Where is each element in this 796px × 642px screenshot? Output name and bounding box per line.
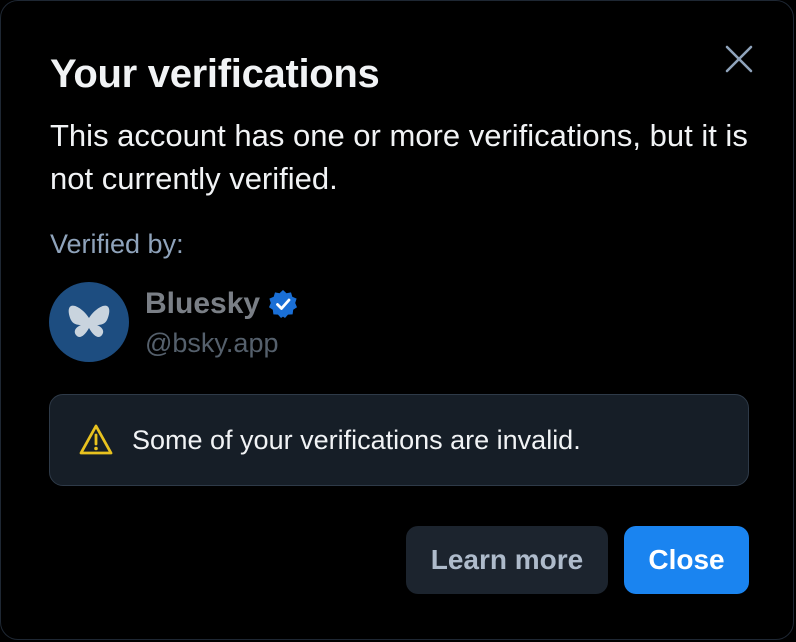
verifier-row[interactable]: Bluesky @bsky.app	[49, 282, 298, 362]
warning-callout: Some of your verifications are invalid.	[49, 394, 749, 486]
verifier-name: Bluesky	[145, 287, 261, 320]
avatar	[49, 282, 129, 362]
close-icon[interactable]	[713, 33, 765, 85]
close-button[interactable]: Close	[624, 526, 749, 594]
learn-more-button[interactable]: Learn more	[406, 526, 608, 594]
verified-check-icon	[268, 289, 298, 319]
verifications-dialog: Your verifications This account has one …	[0, 0, 794, 640]
warning-triangle-icon	[78, 422, 114, 458]
verifier-handle: @bsky.app	[145, 328, 279, 358]
butterfly-icon	[68, 305, 110, 337]
warning-text: Some of your verifications are invalid.	[132, 425, 581, 455]
dialog-description: This account has one or more verificatio…	[50, 118, 748, 196]
verified-by-label: Verified by:	[50, 229, 184, 259]
dialog-title: Your verifications	[50, 52, 380, 96]
